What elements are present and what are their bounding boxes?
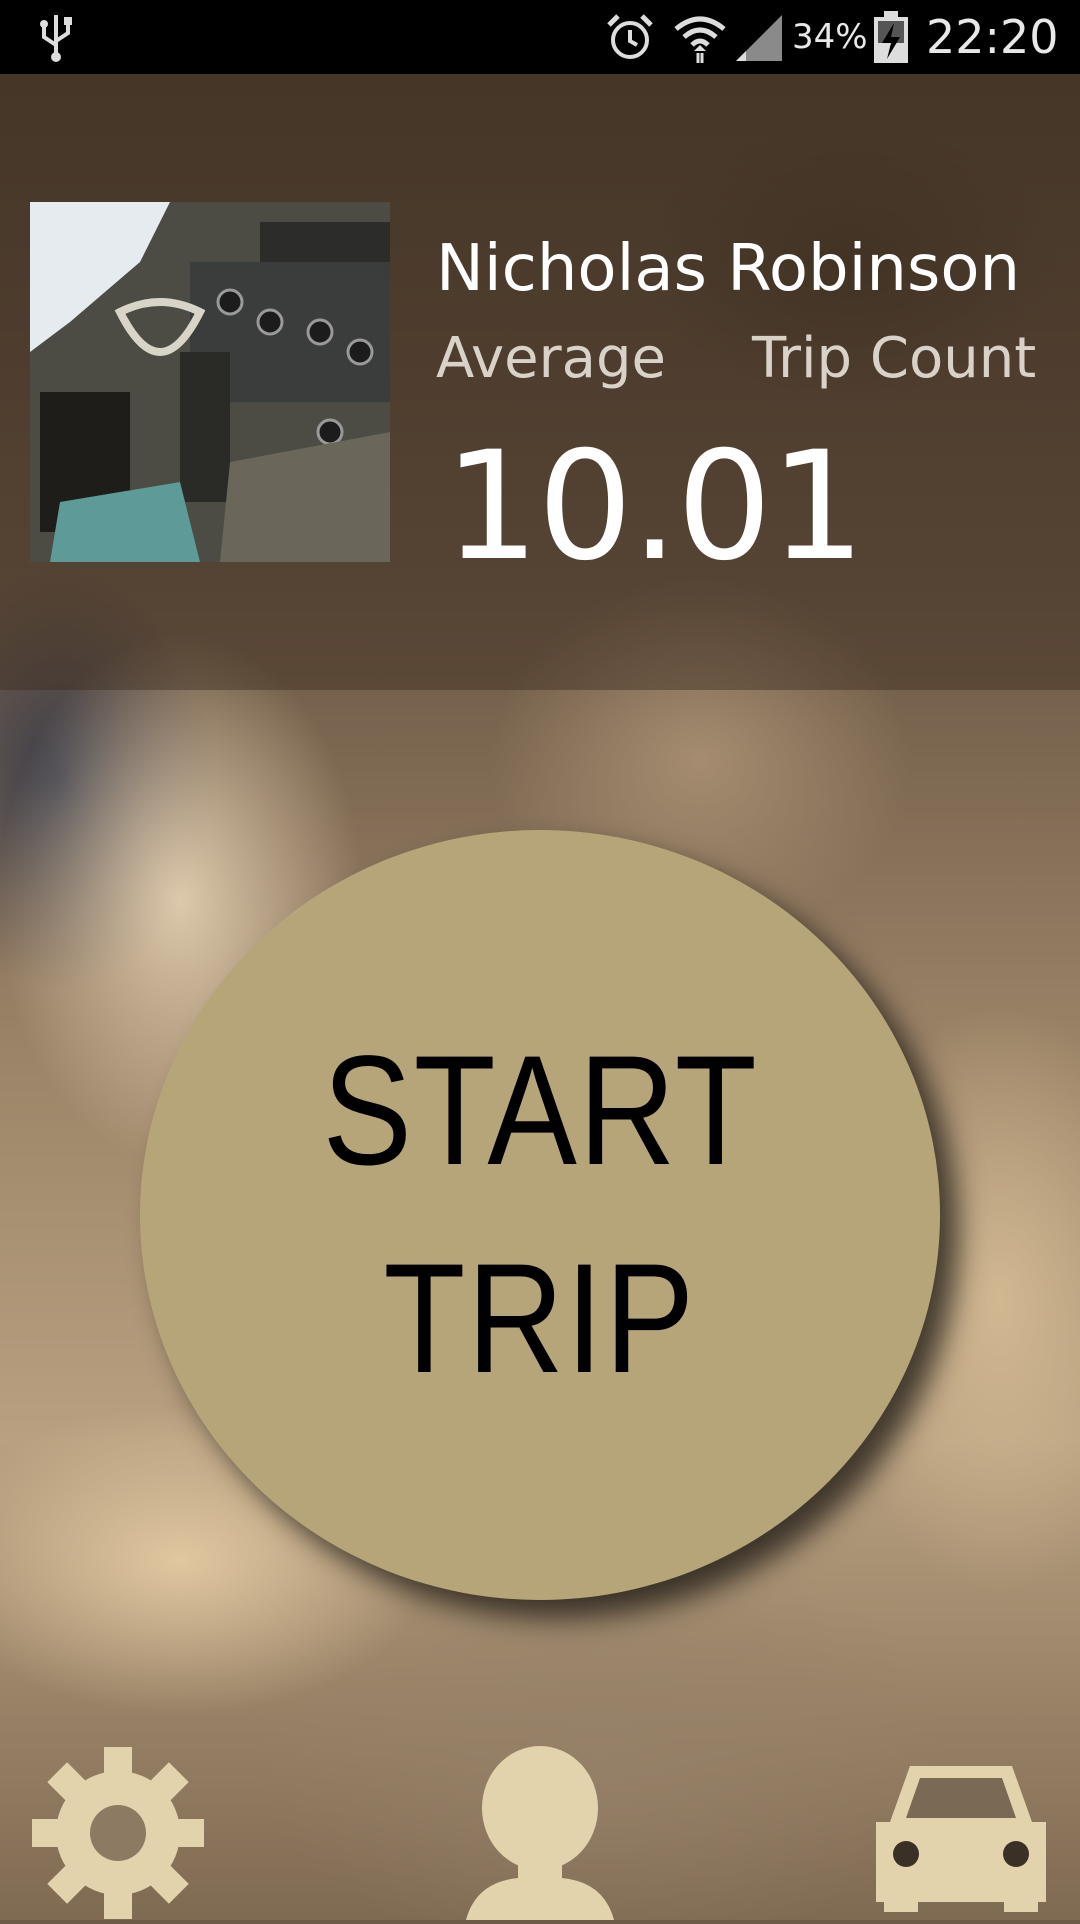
profile-avatar[interactable] xyxy=(30,202,390,562)
start-trip-label-line1: START xyxy=(322,1024,758,1198)
average-label: Average xyxy=(436,326,666,391)
signal-icon xyxy=(734,0,784,74)
status-bar: 34% 22:20 xyxy=(0,0,1080,74)
car-icon[interactable] xyxy=(876,1756,1046,1912)
profile-person-icon[interactable] xyxy=(466,1746,614,1920)
start-trip-button[interactable]: START TRIP xyxy=(140,830,940,1600)
settings-gear-icon[interactable] xyxy=(30,1746,206,1920)
cockpit-photo xyxy=(30,202,390,562)
user-name: Nicholas Robinson xyxy=(436,232,1021,306)
average-value: 10.01 xyxy=(444,420,865,594)
battery-charging-icon xyxy=(872,0,910,74)
alarm-icon xyxy=(604,0,656,74)
clock: 22:20 xyxy=(926,10,1059,64)
wifi-icon xyxy=(672,0,728,74)
start-trip-label-line2: TRIP xyxy=(383,1232,697,1406)
usb-icon xyxy=(36,0,76,74)
battery-percent: 34% xyxy=(792,17,868,57)
trip-count-label: Trip Count xyxy=(752,326,1037,391)
